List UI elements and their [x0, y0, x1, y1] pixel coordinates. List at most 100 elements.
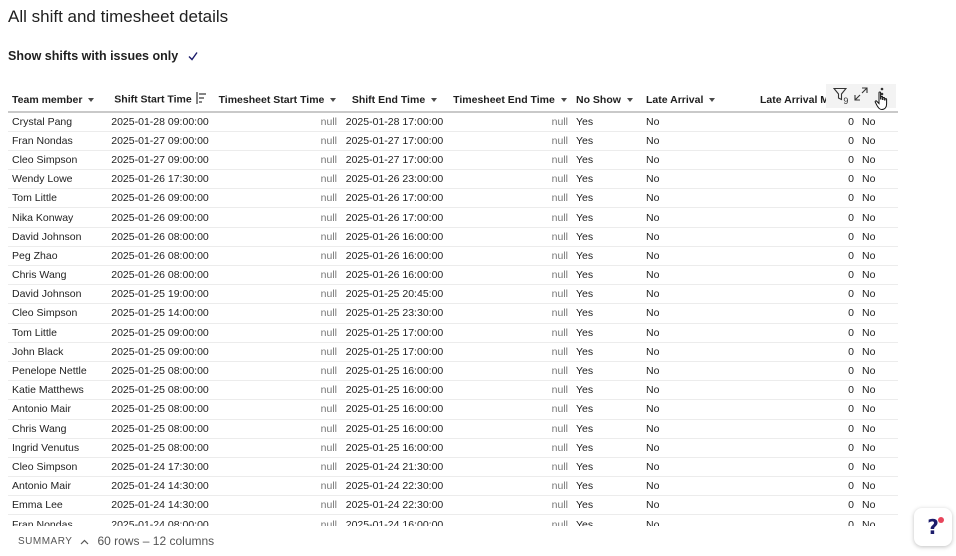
column-header-shift-end-time[interactable]: Shift End Time	[341, 88, 448, 113]
cell-late-arrival: No	[642, 361, 742, 382]
cell-no-show: Yes	[572, 476, 642, 497]
cell-late-arrival: No	[642, 438, 742, 458]
cell-shift-start: 2025-01-26 08:00:00	[106, 246, 214, 267]
cell-late-minutes: 0	[742, 380, 858, 401]
cell-timesheet-end: null	[448, 150, 572, 171]
column-header-shift-start-time[interactable]: Shift Start Time	[106, 88, 214, 113]
cell-extra: No	[858, 150, 898, 171]
column-header-timesheet-start-time[interactable]: Timesheet Start Time	[214, 88, 341, 113]
cell-timesheet-start: null	[214, 438, 341, 458]
table-row[interactable]: Fran Nondas 2025-01-27 09:00:00 null 2025-0…	[8, 131, 898, 151]
caret-down-icon[interactable]	[88, 97, 95, 102]
cell-shift-start: 2025-01-25 08:00:00	[106, 399, 214, 420]
column-header-no-show[interactable]: No Show	[572, 88, 642, 113]
table-row[interactable]: Katie Matthews 2025-01-25 08:00:00 null 202…	[8, 380, 898, 401]
cell-timesheet-start: null	[214, 495, 341, 516]
cell-timesheet-start: null	[214, 399, 341, 420]
sort-icon[interactable]	[196, 92, 206, 107]
cell-extra: No	[858, 457, 898, 478]
cell-late-minutes: 0	[742, 188, 858, 209]
summary-bar[interactable]: SUMMARY 60 rows – 12 columns	[0, 526, 956, 556]
cell-shift-start: 2025-01-25 09:00:00	[106, 323, 214, 343]
checkmark-icon	[188, 51, 198, 61]
table-row[interactable]: John Black 2025-01-25 09:00:00 null 2025-01…	[8, 342, 898, 362]
cell-shift-end: 2025-01-25 17:00:00	[341, 342, 448, 362]
cell-shift-end: 2025-01-25 17:00:00	[341, 323, 448, 343]
cell-late-minutes: 0	[742, 150, 858, 171]
table-row[interactable]: Chris Wang 2025-01-26 08:00:00 null 2025-01…	[8, 265, 898, 286]
cell-shift-end: 2025-01-26 16:00:00	[341, 265, 448, 286]
table-row[interactable]: Cleo Simpson 2025-01-25 14:00:00 null 2025-…	[8, 303, 898, 324]
cell-no-show: Yes	[572, 131, 642, 151]
table-row[interactable]: Cleo Simpson 2025-01-24 17:30:00 null 2025-…	[8, 457, 898, 478]
cell-shift-start: 2025-01-24 17:30:00	[106, 457, 214, 478]
cell-timesheet-end: null	[448, 476, 572, 497]
column-header-timesheet-end-time[interactable]: Timesheet End Time	[448, 88, 572, 113]
cell-shift-start: 2025-01-24 14:30:00	[106, 476, 214, 497]
caret-down-icon[interactable]	[431, 97, 438, 102]
help-button[interactable]: ?	[914, 508, 952, 546]
expand-button[interactable]	[852, 86, 870, 105]
cell-late-minutes: 0	[742, 438, 858, 458]
table-row[interactable]: Antonio Mair 2025-01-24 14:30:00 null 2025-…	[8, 476, 898, 497]
cell-timesheet-start: null	[214, 188, 341, 209]
cell-timesheet-end: null	[448, 112, 572, 132]
cell-timesheet-start: null	[214, 303, 341, 324]
table-row[interactable]: Nika Konway 2025-01-26 09:00:00 null 2025-0…	[8, 207, 898, 228]
table-row[interactable]: Peg Zhao 2025-01-26 08:00:00 null 2025-01-2…	[8, 246, 898, 267]
table-row[interactable]: Crystal Pang 2025-01-28 09:00:00 null 2025-…	[8, 112, 898, 132]
cell-shift-start: 2025-01-25 08:00:00	[106, 419, 214, 439]
cell-timesheet-start: null	[214, 265, 341, 286]
cell-shift-end: 2025-01-26 23:00:00	[341, 169, 448, 190]
table-row[interactable]: Antonio Mair 2025-01-25 08:00:00 null 2025-…	[8, 399, 898, 420]
cell-timesheet-end: null	[448, 495, 572, 516]
table-row[interactable]: Tom Little 2025-01-25 09:00:00 null 2025-01…	[8, 323, 898, 343]
table-row[interactable]: David Johnson 2025-01-26 08:00:00 null 2025…	[8, 227, 898, 247]
table-row[interactable]: Tom Little 2025-01-26 09:00:00 null 2025-01…	[8, 188, 898, 209]
cell-timesheet-end: null	[448, 131, 572, 151]
table-row[interactable]: Ingrid Venutus 2025-01-25 08:00:00 null 202…	[8, 438, 898, 458]
caret-down-icon[interactable]	[626, 97, 633, 102]
cell-extra: No	[858, 476, 898, 497]
caret-down-icon[interactable]	[560, 97, 567, 102]
cell-extra: No	[858, 169, 898, 190]
caret-down-icon[interactable]	[709, 97, 716, 102]
table-row[interactable]: Emma Lee 2025-01-24 14:30:00 null 2025-01-2…	[8, 495, 898, 516]
cell-shift-start: 2025-01-25 19:00:00	[106, 284, 214, 305]
table-row[interactable]: David Johnson 2025-01-25 19:00:00 null 2025…	[8, 284, 898, 305]
caret-down-icon[interactable]	[330, 97, 337, 102]
cell-late-minutes: 0	[742, 131, 858, 151]
cell-timesheet-end: null	[448, 227, 572, 247]
table-row[interactable]: Chris Wang 2025-01-25 08:00:00 null 2025-01…	[8, 419, 898, 439]
cell-shift-end: 2025-01-26 17:00:00	[341, 188, 448, 209]
column-header-team-member[interactable]: Team member	[8, 88, 106, 113]
issues-only-toggle[interactable]: Show shifts with issues only	[8, 49, 198, 63]
cell-shift-end: 2025-01-28 17:00:00	[341, 112, 448, 132]
cell-timesheet-end: null	[448, 265, 572, 286]
cell-no-show: Yes	[572, 342, 642, 362]
chevron-up-icon[interactable]	[80, 532, 89, 550]
cell-late-arrival: No	[642, 303, 742, 324]
cell-team-member: Katie Matthews	[8, 380, 106, 401]
cell-late-arrival: No	[642, 284, 742, 305]
cell-no-show: Yes	[572, 361, 642, 382]
table-row[interactable]: Penelope Nettle 2025-01-25 08:00:00 null 20…	[8, 361, 898, 382]
cell-team-member: David Johnson	[8, 227, 106, 247]
shift-table-container[interactable]: Team member Shift Start Time Timesheet S…	[8, 88, 898, 528]
cell-late-minutes: 0	[742, 265, 858, 286]
cell-shift-end: 2025-01-26 17:00:00	[341, 207, 448, 228]
cell-extra: No	[858, 207, 898, 228]
table-row[interactable]: Cleo Simpson 2025-01-27 09:00:00 null 2025-…	[8, 150, 898, 171]
column-header-late-arrival[interactable]: Late Arrival	[642, 88, 742, 113]
cell-extra: No	[858, 188, 898, 209]
cell-shift-start: 2025-01-26 09:00:00	[106, 207, 214, 228]
cell-late-minutes: 0	[742, 246, 858, 267]
cell-no-show: Yes	[572, 284, 642, 305]
cell-timesheet-start: null	[214, 131, 341, 151]
cell-shift-start: 2025-01-25 08:00:00	[106, 380, 214, 401]
filter-button[interactable]: 9	[831, 87, 849, 106]
cell-timesheet-end: null	[448, 419, 572, 439]
cell-timesheet-start: null	[214, 207, 341, 228]
table-row[interactable]: Wendy Lowe 2025-01-26 17:30:00 null 2025-01…	[8, 169, 898, 190]
cell-timesheet-end: null	[448, 361, 572, 382]
